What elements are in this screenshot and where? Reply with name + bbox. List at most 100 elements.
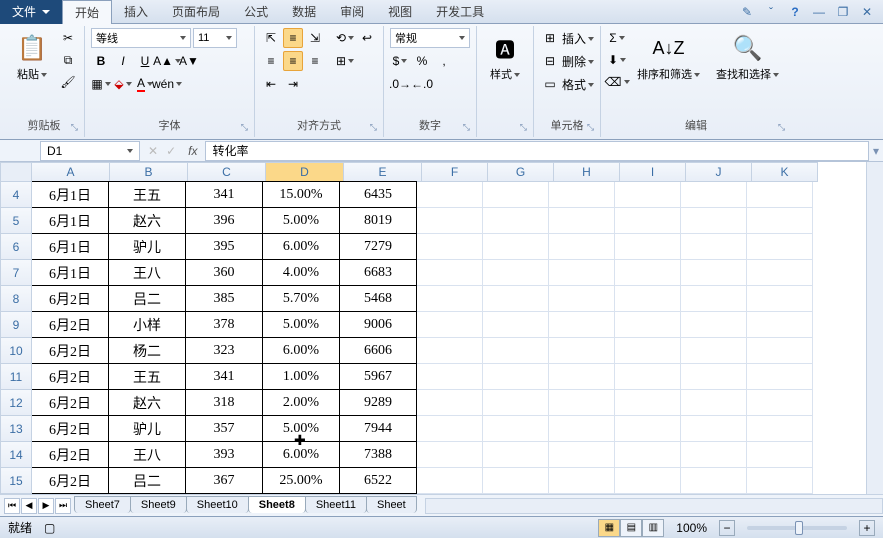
cell-A15[interactable]: 6月2日 [32, 467, 109, 494]
cell-B5[interactable]: 赵六 [108, 207, 186, 234]
cell-C15[interactable]: 367 [185, 467, 263, 494]
column-header-J[interactable]: J [686, 162, 752, 182]
percent-format-button[interactable]: % [412, 51, 432, 71]
cell-D13[interactable]: 5.00% [262, 415, 340, 442]
sheet-tab-Sheet8[interactable]: Sheet8 [248, 496, 306, 513]
row-header-8[interactable]: 8 [0, 286, 32, 312]
cell-E13[interactable]: 7944 [339, 415, 417, 442]
cell-B8[interactable]: 吕二 [108, 285, 186, 312]
cell-C6[interactable]: 395 [185, 233, 263, 260]
cell-I6[interactable] [615, 234, 681, 260]
cell-H7[interactable] [549, 260, 615, 286]
cell-I12[interactable] [615, 390, 681, 416]
row-header-4[interactable]: 4 [0, 182, 32, 208]
row-header-11[interactable]: 11 [0, 364, 32, 390]
cell-D6[interactable]: 6.00% [262, 233, 340, 260]
cell-C4[interactable]: 341 [185, 181, 263, 208]
formula-input[interactable]: 转化率 [205, 141, 869, 161]
cell-E9[interactable]: 9006 [339, 311, 417, 338]
cell-C8[interactable]: 385 [185, 285, 263, 312]
fill-color-button[interactable]: ⬙ [113, 74, 133, 94]
cell-D4[interactable]: 15.00% [262, 181, 340, 208]
number-format-combo[interactable]: 常规 [390, 28, 470, 48]
cell-C11[interactable]: 341 [185, 363, 263, 390]
cell-C7[interactable]: 360 [185, 259, 263, 286]
horizontal-scrollbar[interactable] [425, 498, 883, 514]
cell-D5[interactable]: 5.00% [262, 207, 340, 234]
sheet-nav-first[interactable]: ⏮ [4, 498, 20, 514]
cell-I9[interactable] [615, 312, 681, 338]
tab-insert[interactable]: 插入 [112, 0, 160, 24]
font-name-combo[interactable]: 等线 [91, 28, 191, 48]
window-minimize-icon[interactable]: — [811, 4, 827, 20]
cells-delete-button[interactable]: ⊟删除 [540, 51, 594, 71]
cell-J7[interactable] [681, 260, 747, 286]
wrap-text-button[interactable]: ↩ [357, 28, 377, 48]
align-right-button[interactable]: ≡ [305, 51, 325, 71]
cell-J5[interactable] [681, 208, 747, 234]
align-left-button[interactable]: ≡ [261, 51, 281, 71]
column-header-G[interactable]: G [488, 162, 554, 182]
bold-button[interactable]: B [91, 51, 111, 71]
tab-review[interactable]: 审阅 [328, 0, 376, 24]
cell-K7[interactable] [747, 260, 813, 286]
column-header-I[interactable]: I [620, 162, 686, 182]
minimize-ribbon-icon[interactable]: ˇ [763, 4, 779, 20]
cell-E7[interactable]: 6683 [339, 259, 417, 286]
cells-format-button[interactable]: ▭格式 [540, 74, 594, 94]
expand-formula-bar-icon[interactable]: ▾ [869, 144, 883, 158]
cell-K11[interactable] [747, 364, 813, 390]
cell-H13[interactable] [549, 416, 615, 442]
cell-K15[interactable] [747, 468, 813, 494]
sheet-tab-Sheet7[interactable]: Sheet7 [74, 496, 131, 513]
grid[interactable]: ABCDEFGHIJK 6月1日王五34115.00%64356月1日赵六396… [32, 162, 866, 494]
cell-I7[interactable] [615, 260, 681, 286]
cell-D11[interactable]: 1.00% [262, 363, 340, 390]
cell-E8[interactable]: 5468 [339, 285, 417, 312]
cell-E11[interactable]: 5967 [339, 363, 417, 390]
align-center-button[interactable]: ≡ [283, 51, 303, 71]
cell-G13[interactable] [483, 416, 549, 442]
row-header-7[interactable]: 7 [0, 260, 32, 286]
sheet-nav-prev[interactable]: ◀ [21, 498, 37, 514]
view-normal-button[interactable]: ▦ [598, 519, 620, 537]
cell-E6[interactable]: 7279 [339, 233, 417, 260]
cell-H12[interactable] [549, 390, 615, 416]
cells-insert-button[interactable]: ⊞插入 [540, 28, 594, 48]
row-header-14[interactable]: 14 [0, 442, 32, 468]
row-header-13[interactable]: 13 [0, 416, 32, 442]
cell-D9[interactable]: 5.00% [262, 311, 340, 338]
cell-G15[interactable] [483, 468, 549, 494]
tab-dev[interactable]: 开发工具 [424, 0, 496, 24]
cell-G10[interactable] [483, 338, 549, 364]
row-header-9[interactable]: 9 [0, 312, 32, 338]
tab-file[interactable]: 文件 [0, 0, 62, 24]
cell-I14[interactable] [615, 442, 681, 468]
help-icon[interactable]: ? [787, 4, 803, 20]
cell-G12[interactable] [483, 390, 549, 416]
cell-H4[interactable] [549, 182, 615, 208]
paste-button[interactable]: 📋 粘贴 [10, 28, 54, 86]
column-header-E[interactable]: E [344, 162, 422, 182]
cell-G4[interactable] [483, 182, 549, 208]
cell-G14[interactable] [483, 442, 549, 468]
tab-view[interactable]: 视图 [376, 0, 424, 24]
decrease-decimal-button[interactable]: ←.0 [412, 74, 432, 94]
cell-J10[interactable] [681, 338, 747, 364]
cell-F12[interactable] [417, 390, 483, 416]
cell-F11[interactable] [417, 364, 483, 390]
cell-J6[interactable] [681, 234, 747, 260]
cell-B13[interactable]: 驴儿 [108, 415, 186, 442]
cell-D8[interactable]: 5.70% [262, 285, 340, 312]
cell-G11[interactable] [483, 364, 549, 390]
cell-F14[interactable] [417, 442, 483, 468]
increase-indent-button[interactable]: ⇥ [283, 74, 303, 94]
view-page-layout-button[interactable]: ▤ [620, 519, 642, 537]
cell-F4[interactable] [417, 182, 483, 208]
cell-D10[interactable]: 6.00% [262, 337, 340, 364]
column-header-K[interactable]: K [752, 162, 818, 182]
tab-data[interactable]: 数据 [280, 0, 328, 24]
cell-A5[interactable]: 6月1日 [32, 207, 109, 234]
column-header-A[interactable]: A [32, 162, 110, 182]
cell-A11[interactable]: 6月2日 [32, 363, 109, 390]
